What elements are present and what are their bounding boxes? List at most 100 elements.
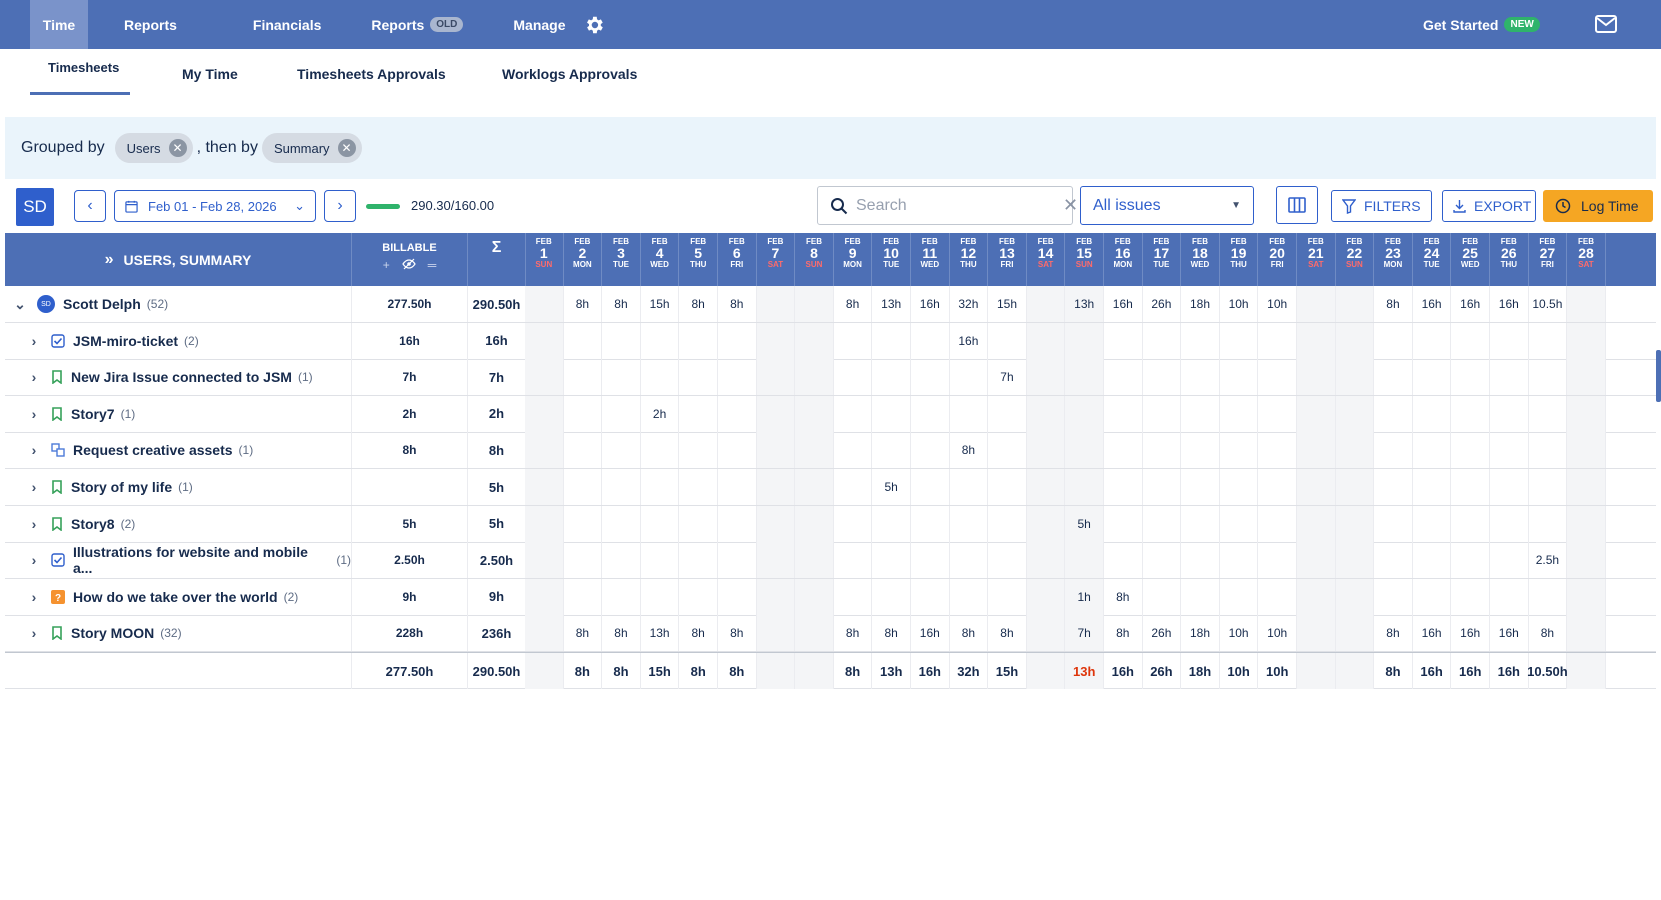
day-cell[interactable] [1258, 505, 1297, 542]
equals-icon[interactable]: ═ [428, 258, 437, 273]
row-summary[interactable]: › Story of my life (1) [5, 469, 352, 505]
row-summary[interactable]: › Story8 (2) [5, 505, 352, 542]
day-cell[interactable] [1451, 469, 1490, 505]
day-cell[interactable] [1490, 578, 1529, 615]
day-cell[interactable] [1258, 542, 1297, 579]
day-cell[interactable] [718, 469, 757, 505]
day-cell[interactable]: 7h [1065, 615, 1104, 652]
day-cell[interactable] [641, 469, 680, 505]
day-cell[interactable] [988, 578, 1027, 615]
user-avatar[interactable]: SD [16, 188, 54, 226]
chevron-right-icon[interactable]: › [27, 406, 41, 422]
day-cell[interactable] [602, 322, 641, 359]
day-cell[interactable] [1451, 542, 1490, 579]
day-cell[interactable]: 16h [911, 286, 950, 322]
day-cell[interactable] [1181, 359, 1220, 396]
day-cell[interactable]: 8h [679, 615, 718, 652]
day-cell[interactable] [950, 469, 989, 505]
day-cell[interactable]: 16h [1104, 286, 1143, 322]
day-cell[interactable] [1490, 542, 1529, 579]
day-cell[interactable] [564, 432, 603, 469]
day-cell[interactable] [756, 432, 796, 469]
day-cell[interactable] [795, 469, 834, 505]
day-cell[interactable] [1143, 359, 1182, 396]
day-cell[interactable] [679, 359, 718, 396]
day-cell[interactable] [1567, 542, 1606, 579]
day-cell[interactable] [1026, 322, 1066, 359]
day-cell[interactable] [1220, 359, 1259, 396]
day-cell[interactable] [795, 505, 834, 542]
day-cell[interactable]: 8h [1374, 286, 1413, 322]
day-cell[interactable] [1143, 469, 1182, 505]
columns-button[interactable] [1276, 186, 1318, 224]
day-cell[interactable] [1181, 578, 1220, 615]
day-cell[interactable] [1335, 286, 1375, 322]
day-cell[interactable] [1567, 615, 1606, 652]
day-cell[interactable] [1335, 505, 1375, 542]
day-cell[interactable]: 2.5h [1529, 542, 1568, 579]
day-cell[interactable] [1335, 615, 1375, 652]
day-cell[interactable] [1297, 469, 1336, 505]
day-cell[interactable] [1181, 395, 1220, 432]
day-cell[interactable] [1335, 432, 1375, 469]
day-cell[interactable] [1451, 322, 1490, 359]
day-cell[interactable]: 8h [564, 286, 603, 322]
day-cell[interactable] [1451, 432, 1490, 469]
day-cell[interactable] [1181, 469, 1220, 505]
row-summary[interactable]: › Illustrations for website and mobile a.… [5, 542, 352, 579]
day-cell[interactable] [756, 615, 796, 652]
filters-button[interactable]: FILTERS [1331, 190, 1432, 222]
tab-my-time[interactable]: My Time [182, 66, 238, 82]
day-cell[interactable] [1026, 615, 1066, 652]
day-cell[interactable] [911, 322, 950, 359]
day-cell[interactable]: 16h [1451, 286, 1490, 322]
day-cell[interactable] [1529, 469, 1568, 505]
day-cell[interactable] [1490, 469, 1529, 505]
day-cell[interactable]: 10h [1220, 286, 1259, 322]
day-cell[interactable] [795, 322, 834, 359]
day-cell[interactable]: 2h [641, 395, 680, 432]
day-cell[interactable] [795, 432, 834, 469]
day-cell[interactable] [1065, 395, 1104, 432]
day-cell[interactable] [1374, 578, 1413, 615]
day-cell[interactable] [1297, 615, 1336, 652]
day-cell[interactable]: 8h [1529, 615, 1568, 652]
day-cell[interactable] [795, 395, 834, 432]
day-cell[interactable] [1567, 359, 1606, 396]
day-cell[interactable]: 16h [1451, 615, 1490, 652]
day-cell[interactable] [911, 505, 950, 542]
day-cell[interactable] [1529, 322, 1568, 359]
day-cell[interactable] [1258, 432, 1297, 469]
day-cell[interactable] [1065, 432, 1104, 469]
row-name[interactable]: JSM-miro-ticket [73, 333, 178, 349]
users-summary-header[interactable]: » USERS, SUMMARY [5, 233, 352, 286]
day-cell[interactable]: 5h [872, 469, 911, 505]
log-time-button[interactable]: Log Time [1543, 190, 1653, 222]
day-cell[interactable] [1413, 505, 1452, 542]
row-summary[interactable]: ›? How do we take over the world (2) [5, 578, 352, 615]
clear-icon[interactable]: ✕ [1063, 195, 1078, 216]
row-name[interactable]: Scott Delph [63, 296, 141, 312]
previous-period-button[interactable]: ‹ [74, 190, 106, 222]
day-cell[interactable] [525, 286, 564, 322]
billable-header[interactable]: BILLABLE + ═ [352, 233, 468, 286]
day-cell[interactable]: 8h [950, 432, 989, 469]
day-cell[interactable] [564, 578, 603, 615]
day-cell[interactable] [834, 322, 873, 359]
day-cell[interactable] [911, 432, 950, 469]
row-summary[interactable]: › Story MOON (32) [5, 615, 352, 652]
day-cell[interactable] [1143, 578, 1182, 615]
day-cell[interactable] [1529, 359, 1568, 396]
row-name[interactable]: Request creative assets [73, 442, 233, 458]
day-cell[interactable] [834, 359, 873, 396]
next-period-button[interactable]: › [324, 190, 356, 222]
tab-timesheets[interactable]: Timesheets [48, 60, 119, 75]
chevron-right-icon[interactable]: › [27, 589, 41, 605]
day-cell[interactable] [911, 578, 950, 615]
day-cell[interactable] [1104, 432, 1143, 469]
day-cell[interactable] [1567, 505, 1606, 542]
plus-icon[interactable]: + [383, 258, 390, 273]
nav-time[interactable]: Time [30, 0, 88, 49]
row-name[interactable]: New Jira Issue connected to JSM [71, 369, 292, 385]
tab-timesheets-approvals[interactable]: Timesheets Approvals [297, 66, 446, 82]
